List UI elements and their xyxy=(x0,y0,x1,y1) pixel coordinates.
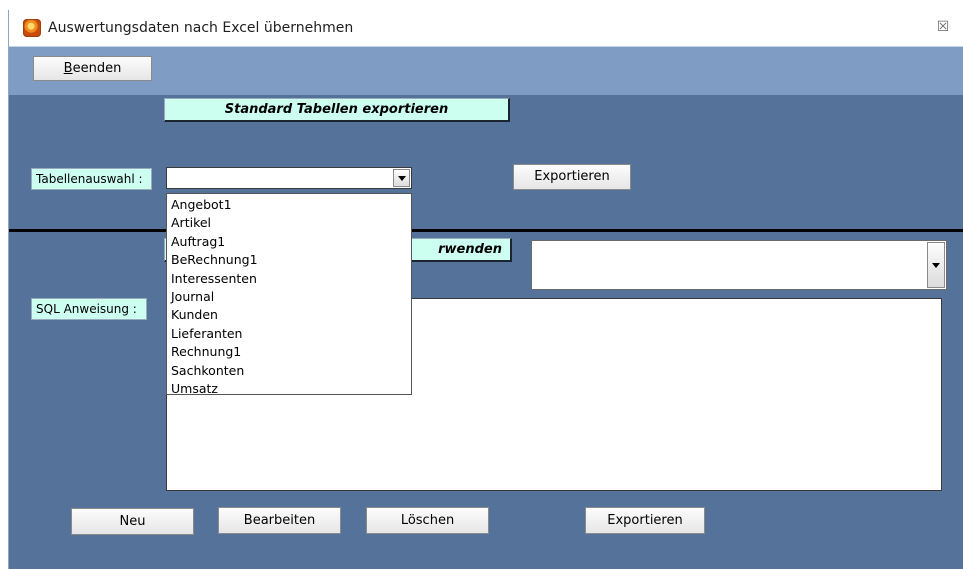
dropdown-option[interactable]: Journal xyxy=(167,288,411,306)
close-icon[interactable]: ☒ xyxy=(934,18,952,36)
sql-statement-label: SQL Anweisung : xyxy=(31,298,147,320)
standard-tables-heading: Standard Tabellen exportieren xyxy=(164,98,510,122)
dropdown-option[interactable]: BeRechnung1 xyxy=(167,251,411,269)
window-title: Auswertungsdaten nach Excel übernehmen xyxy=(48,20,354,36)
dropdown-option[interactable]: Interessenten xyxy=(167,270,411,288)
toolbar: Beenden xyxy=(9,47,963,95)
beenden-button[interactable]: Beenden xyxy=(33,56,152,81)
table-select-dropdown-button[interactable] xyxy=(393,169,410,187)
chevron-down-icon xyxy=(932,263,940,268)
table-select-label: Tabellenauswahl : xyxy=(31,168,152,190)
delete-button[interactable]: Löschen xyxy=(366,507,489,534)
dropdown-option[interactable]: Angebot1 xyxy=(167,196,411,214)
saved-query-dropdown-button[interactable] xyxy=(927,242,945,288)
beenden-accelerator: B xyxy=(63,61,73,76)
dropdown-option[interactable]: Sachkonten xyxy=(167,362,411,380)
app-icon xyxy=(23,19,41,37)
table-select-dropdown-list: Angebot1 Artikel Auftrag1 BeRechnung1 In… xyxy=(166,193,412,398)
dropdown-option[interactable]: Lieferanten xyxy=(167,325,411,343)
dropdown-option[interactable]: Kunden xyxy=(167,306,411,324)
chevron-down-icon xyxy=(398,176,406,181)
export-sql-button[interactable]: Exportieren xyxy=(585,507,705,534)
new-button[interactable]: Neu xyxy=(71,508,194,535)
dropdown-option[interactable]: Auftrag1 xyxy=(167,233,411,251)
saved-query-combobox[interactable] xyxy=(531,240,947,290)
dropdown-option[interactable]: Umsatz xyxy=(167,380,411,398)
title-bar: Auswertungsdaten nach Excel übernehmen ☒ xyxy=(9,10,963,47)
beenden-label: eenden xyxy=(72,61,122,76)
table-select-combobox[interactable] xyxy=(166,167,412,189)
dropdown-option[interactable]: Artikel xyxy=(167,214,411,232)
edit-button[interactable]: Bearbeiten xyxy=(218,507,341,534)
export-standard-button[interactable]: Exportieren xyxy=(513,164,631,190)
dropdown-option[interactable]: Rechnung1 xyxy=(167,343,411,361)
section-divider xyxy=(9,229,963,232)
dialog-window: Auswertungsdaten nach Excel übernehmen ☒… xyxy=(8,10,963,569)
